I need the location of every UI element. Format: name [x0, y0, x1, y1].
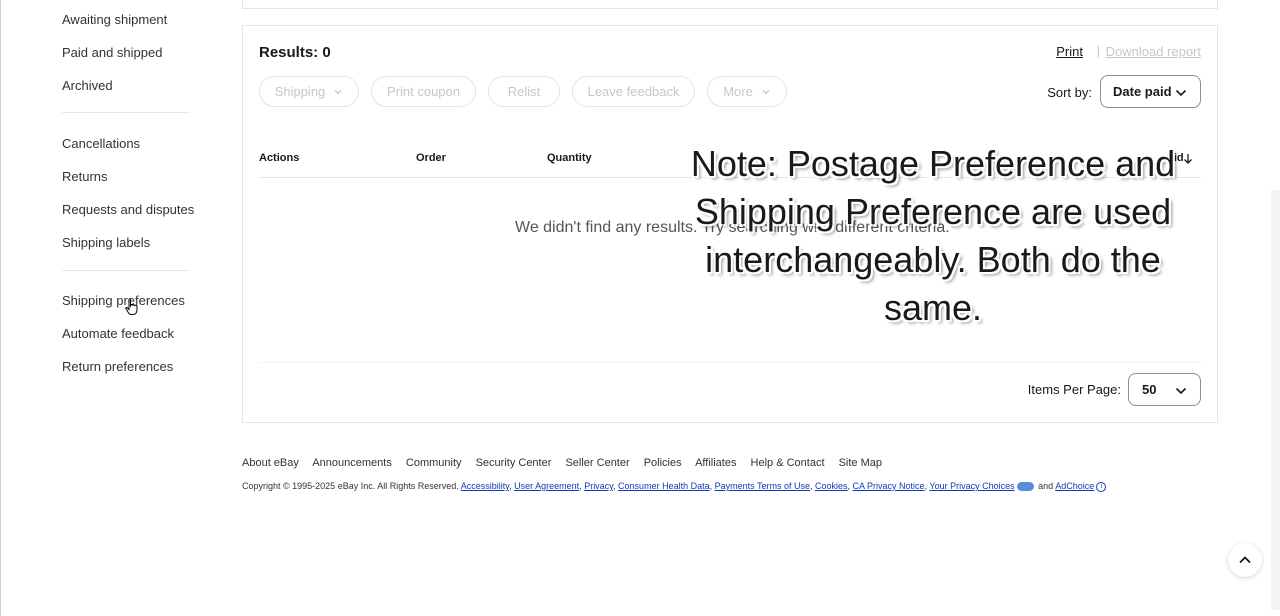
- sort-by-value: Date paid: [1113, 84, 1172, 99]
- leave-feedback-button[interactable]: Leave feedback: [572, 76, 695, 107]
- items-per-page-value: 50: [1142, 382, 1157, 397]
- shipping-button[interactable]: Shipping: [259, 76, 359, 107]
- table-bottom-divider: [259, 362, 1201, 363]
- legal-link-adchoice[interactable]: AdChoice: [1055, 481, 1094, 491]
- sidebar-item-awaiting-shipment[interactable]: Awaiting shipment: [62, 12, 167, 27]
- shipping-button-label: Shipping: [274, 84, 326, 99]
- scroll-to-top-button[interactable]: [1228, 543, 1262, 577]
- footer-link[interactable]: Seller Center: [565, 457, 629, 469]
- sort-by-select[interactable]: Date paid: [1100, 75, 1201, 108]
- download-report-link[interactable]: Download report: [1106, 44, 1201, 59]
- legal-link-your-privacy-choices[interactable]: Your Privacy Choices: [929, 481, 1014, 491]
- more-button[interactable]: More: [707, 76, 787, 107]
- chevron-down-icon: [334, 89, 342, 94]
- sidebar-item-automate-feedback[interactable]: Automate feedback: [62, 326, 174, 341]
- copyright-text: Copyright © 1995-2025 eBay Inc. All Righ…: [242, 481, 459, 491]
- footer-link[interactable]: About eBay: [242, 457, 299, 469]
- and-text: and: [1038, 481, 1054, 491]
- sort-by-label: Sort by:: [1047, 85, 1092, 100]
- copyright-line: Copyright © 1995-2025 eBay Inc. All Righ…: [242, 481, 1107, 492]
- privacy-choices-icon: [1016, 482, 1034, 492]
- footer-links: About eBay Announcements Community Secur…: [242, 457, 893, 469]
- legal-link-ca-privacy-notice[interactable]: CA Privacy Notice: [853, 481, 925, 491]
- sidebar-item-requests-and-disputes[interactable]: Requests and disputes: [62, 202, 194, 217]
- print-link[interactable]: Print: [1056, 44, 1083, 59]
- sidebar-item-paid-and-shipped[interactable]: Paid and shipped: [62, 45, 162, 60]
- chevron-down-icon: [762, 89, 770, 94]
- chevron-down-icon: [1175, 387, 1187, 395]
- chevron-down-icon: [1175, 89, 1187, 97]
- footer-link[interactable]: Community: [406, 457, 462, 469]
- previous-card-edge: [242, 0, 1218, 9]
- items-per-page-label: Items Per Page:: [1027, 382, 1121, 397]
- footer-link[interactable]: Policies: [644, 457, 682, 469]
- sidebar-item-returns[interactable]: Returns: [62, 169, 108, 184]
- sidebar-item-archived[interactable]: Archived: [62, 78, 113, 93]
- legal-link-accessibility[interactable]: Accessibility: [461, 481, 509, 491]
- caption-overlay-note: Note: Postage Preference and Shipping Pr…: [690, 143, 1176, 328]
- sidebar-item-return-preferences[interactable]: Return preferences: [62, 359, 173, 374]
- footer-link[interactable]: Announcements: [312, 457, 392, 469]
- legal-link-cookies[interactable]: Cookies: [815, 481, 848, 491]
- print-coupon-label: Print coupon: [387, 84, 460, 99]
- column-header-quantity: Quantity: [547, 152, 592, 164]
- relist-button[interactable]: Relist: [488, 76, 560, 107]
- footer-link[interactable]: Site Map: [839, 457, 882, 469]
- hand-cursor-icon: [125, 298, 138, 315]
- footer-link[interactable]: Security Center: [476, 457, 552, 469]
- link-separator: |: [1096, 43, 1100, 58]
- sidebar-item-cancellations[interactable]: Cancellations: [62, 136, 140, 151]
- left-border: [0, 0, 1, 616]
- legal-link-user-agreement[interactable]: User Agreement: [514, 481, 579, 491]
- more-label: More: [723, 84, 753, 99]
- results-count: Results: 0: [259, 44, 331, 61]
- column-header-actions: Actions: [259, 152, 300, 164]
- footer-link[interactable]: Affiliates: [695, 457, 736, 469]
- legal-link-privacy[interactable]: Privacy: [584, 481, 613, 491]
- leave-feedback-label: Leave feedback: [587, 84, 680, 99]
- sidebar-divider: [62, 270, 190, 271]
- print-coupon-button[interactable]: Print coupon: [371, 76, 476, 107]
- relist-label: Relist: [507, 84, 541, 99]
- items-per-page-select[interactable]: 50: [1128, 373, 1201, 406]
- legal-link-payments-terms[interactable]: Payments Terms of Use: [715, 481, 810, 491]
- footer-link[interactable]: Help & Contact: [751, 457, 825, 469]
- column-header-order: Order: [416, 152, 446, 164]
- legal-link-consumer-health-data[interactable]: Consumer Health Data: [618, 481, 710, 491]
- sidebar-item-shipping-labels[interactable]: Shipping labels: [62, 235, 150, 250]
- page-scrollbar-track[interactable]: [1271, 190, 1280, 610]
- chevron-up-icon: [1239, 556, 1251, 564]
- sidebar-divider: [62, 112, 190, 113]
- info-icon: i: [1096, 481, 1107, 492]
